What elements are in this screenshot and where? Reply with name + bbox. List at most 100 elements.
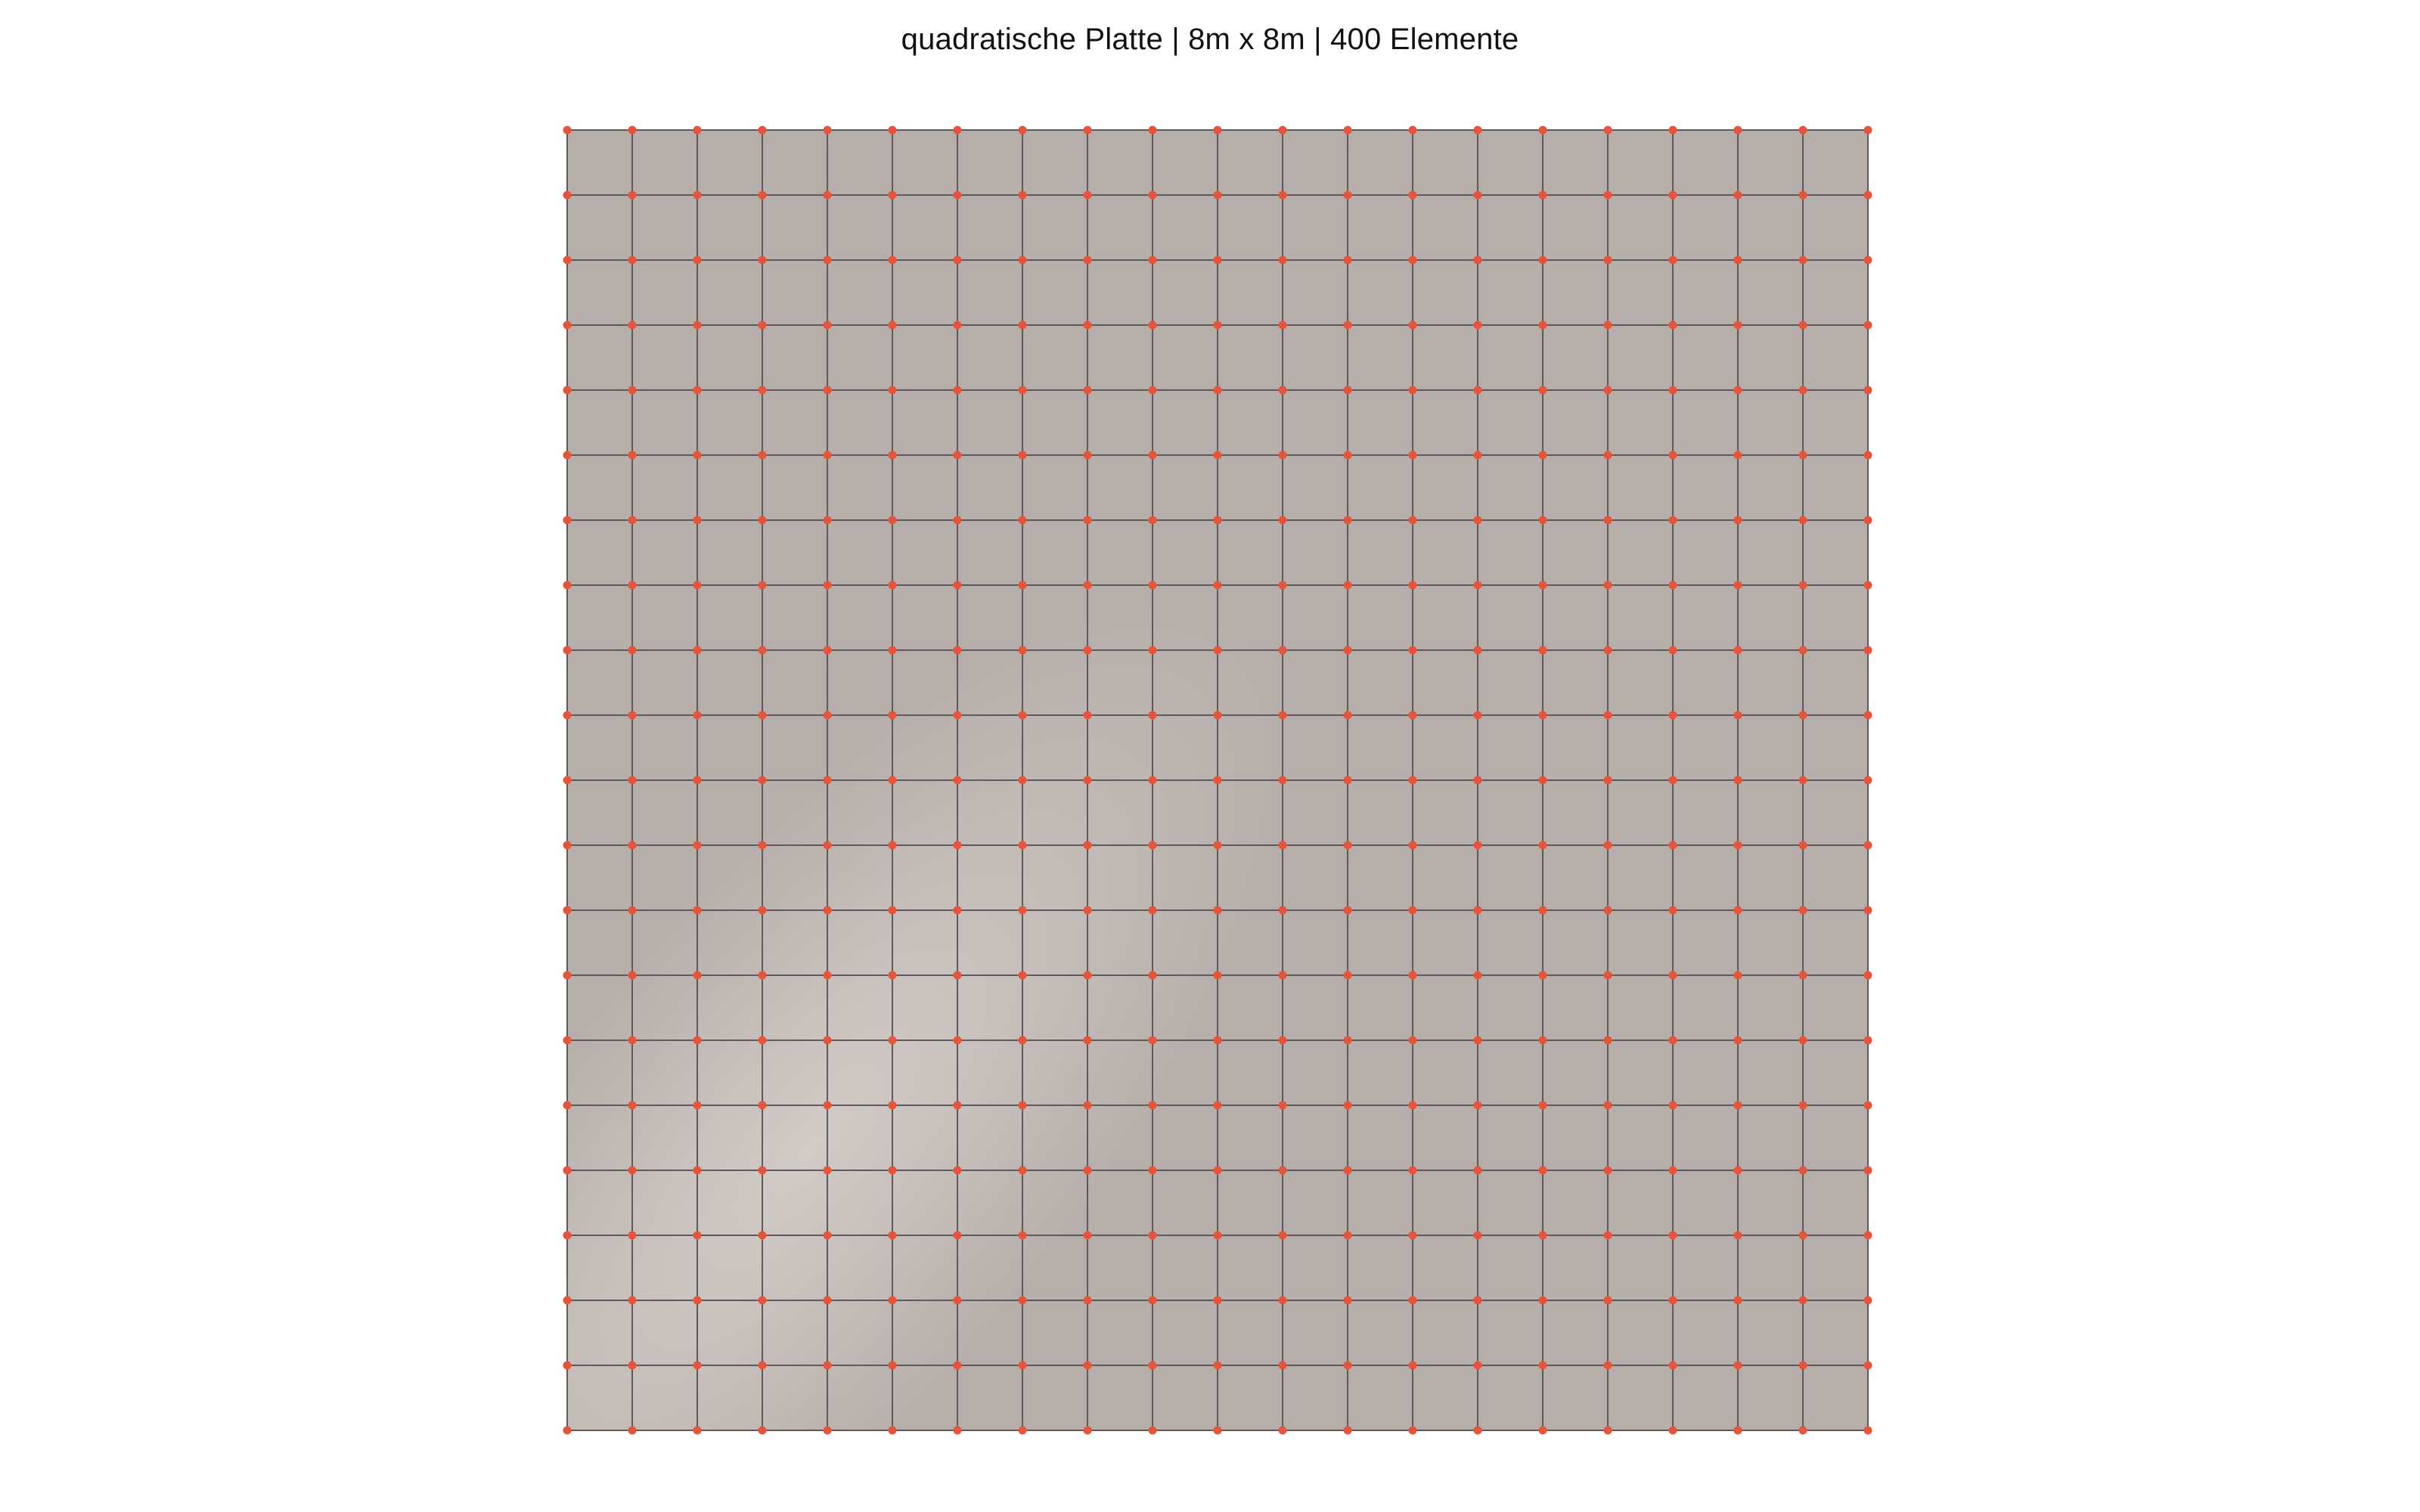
mesh-node	[563, 971, 572, 980]
mesh-node	[693, 125, 702, 135]
mesh-node	[628, 646, 637, 655]
mesh-node	[1863, 646, 1872, 655]
mesh-node	[563, 1036, 572, 1045]
mesh-node	[1798, 776, 1807, 785]
mesh-node	[1863, 516, 1872, 525]
mesh-node	[1083, 971, 1092, 980]
mesh-node	[1863, 125, 1872, 135]
mesh-node	[953, 906, 962, 915]
mesh-node	[1213, 256, 1222, 265]
mesh-node	[1863, 776, 1872, 785]
mesh-node	[1213, 1361, 1222, 1370]
mesh-node	[693, 971, 702, 980]
mesh-node	[1148, 516, 1157, 525]
mesh-node	[758, 1296, 767, 1305]
mesh-node	[823, 321, 832, 330]
mesh-node	[693, 516, 702, 525]
mesh-node	[1733, 191, 1742, 200]
mesh-node	[1148, 1296, 1157, 1305]
mesh-node	[758, 1036, 767, 1045]
mesh-node	[1668, 841, 1677, 850]
mesh-node	[823, 1296, 832, 1305]
mesh-node	[1408, 906, 1417, 915]
mesh-node	[1278, 646, 1287, 655]
mesh-node	[1408, 1231, 1417, 1240]
mesh-node	[1798, 516, 1807, 525]
mesh-node	[1408, 1296, 1417, 1305]
mesh-node	[1343, 776, 1352, 785]
mesh-node	[953, 1426, 962, 1435]
mesh-node	[563, 581, 572, 590]
mesh-node	[1343, 646, 1352, 655]
mesh-node	[1278, 841, 1287, 850]
mesh-node	[1278, 321, 1287, 330]
mesh-node	[1018, 841, 1027, 850]
mesh-node	[1863, 321, 1872, 330]
mesh-node	[1083, 646, 1092, 655]
mesh-node	[1148, 971, 1157, 980]
mesh-node	[1798, 1036, 1807, 1045]
mesh-node	[1733, 646, 1742, 655]
mesh-node	[823, 1166, 832, 1175]
mesh-node	[758, 256, 767, 265]
mesh-node	[888, 1166, 897, 1175]
mesh-node	[1603, 451, 1612, 460]
mesh-node	[563, 646, 572, 655]
mesh-node	[888, 776, 897, 785]
mesh-node	[1408, 971, 1417, 980]
mesh-node	[563, 516, 572, 525]
mesh-node	[1603, 516, 1612, 525]
mesh-node	[1083, 776, 1092, 785]
mesh-node	[1343, 191, 1352, 200]
mesh-node	[1603, 321, 1612, 330]
mesh-node	[1148, 581, 1157, 590]
mesh-node	[1798, 451, 1807, 460]
mesh-node	[1473, 451, 1482, 460]
mesh-node	[628, 1296, 637, 1305]
mesh-node	[888, 516, 897, 525]
mesh-node	[563, 776, 572, 785]
mesh-node	[693, 841, 702, 850]
mesh-node	[628, 1166, 637, 1175]
mesh-node	[1343, 1101, 1352, 1110]
mesh-node	[1538, 1101, 1547, 1110]
mesh-node	[1668, 321, 1677, 330]
mesh-node	[1538, 841, 1547, 850]
mesh-node	[1538, 256, 1547, 265]
mesh-node	[1408, 776, 1417, 785]
mesh-node	[1733, 1166, 1742, 1175]
mesh-node	[1473, 711, 1482, 720]
mesh-node	[1473, 646, 1482, 655]
mesh-node	[1863, 841, 1872, 850]
mesh-node	[1213, 711, 1222, 720]
mesh-node	[1018, 971, 1027, 980]
mesh-node	[1603, 256, 1612, 265]
mesh-node	[823, 125, 832, 135]
mesh-node	[1083, 125, 1092, 135]
mesh-node	[693, 906, 702, 915]
mesh-node	[1148, 841, 1157, 850]
mesh-node	[1408, 1036, 1417, 1045]
mesh-node	[1798, 1166, 1807, 1175]
mesh-node	[758, 1426, 767, 1435]
mesh-node	[693, 451, 702, 460]
mesh-node	[693, 776, 702, 785]
mesh-node	[563, 1426, 572, 1435]
mesh-node	[1473, 1166, 1482, 1175]
mesh-node	[1408, 516, 1417, 525]
mesh-node	[1343, 711, 1352, 720]
mesh-node	[1473, 516, 1482, 525]
mesh-node	[1473, 125, 1482, 135]
mesh-node	[1018, 516, 1027, 525]
mesh-node	[1343, 1166, 1352, 1175]
mesh-node	[1343, 321, 1352, 330]
mesh-node	[1603, 1296, 1612, 1305]
mesh-node	[1668, 1231, 1677, 1240]
mesh-node	[1018, 321, 1027, 330]
mesh-node	[1733, 516, 1742, 525]
mesh-node	[953, 386, 962, 395]
mesh-node	[1473, 1426, 1482, 1435]
mesh-node	[1083, 321, 1092, 330]
mesh-node	[1408, 1426, 1417, 1435]
mesh-node	[1408, 321, 1417, 330]
